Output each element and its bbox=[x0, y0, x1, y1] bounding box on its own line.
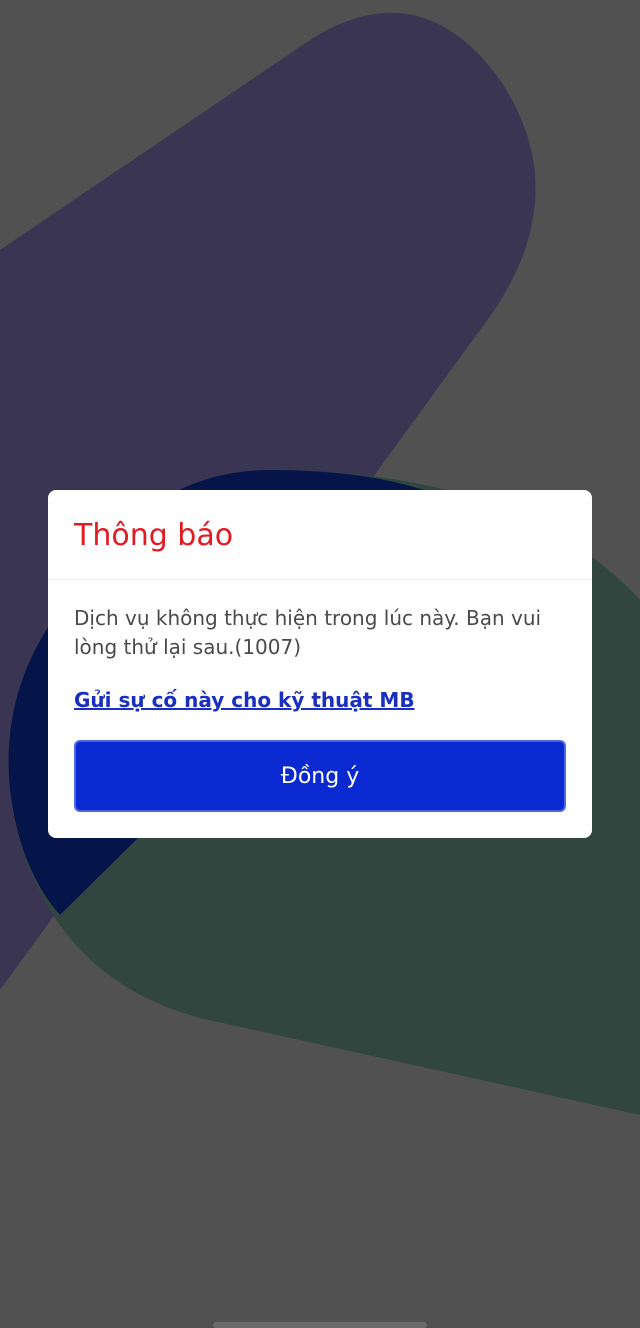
home-indicator bbox=[213, 1322, 427, 1328]
report-issue-link[interactable]: Gửi sự cố này cho kỹ thuật MB bbox=[74, 688, 415, 712]
dialog-header: Thông báo bbox=[48, 490, 592, 580]
dialog-title: Thông báo bbox=[74, 518, 234, 553]
dialog-message: Dịch vụ không thực hiện trong lúc này. B… bbox=[74, 606, 542, 659]
dialog-body: Dịch vụ không thực hiện trong lúc này. B… bbox=[48, 580, 592, 712]
alert-dialog: Thông báo Dịch vụ không thực hiện trong … bbox=[48, 490, 592, 838]
confirm-button[interactable]: Đồng ý bbox=[74, 740, 566, 812]
app-screen: Thông báo Dịch vụ không thực hiện trong … bbox=[0, 0, 640, 1328]
